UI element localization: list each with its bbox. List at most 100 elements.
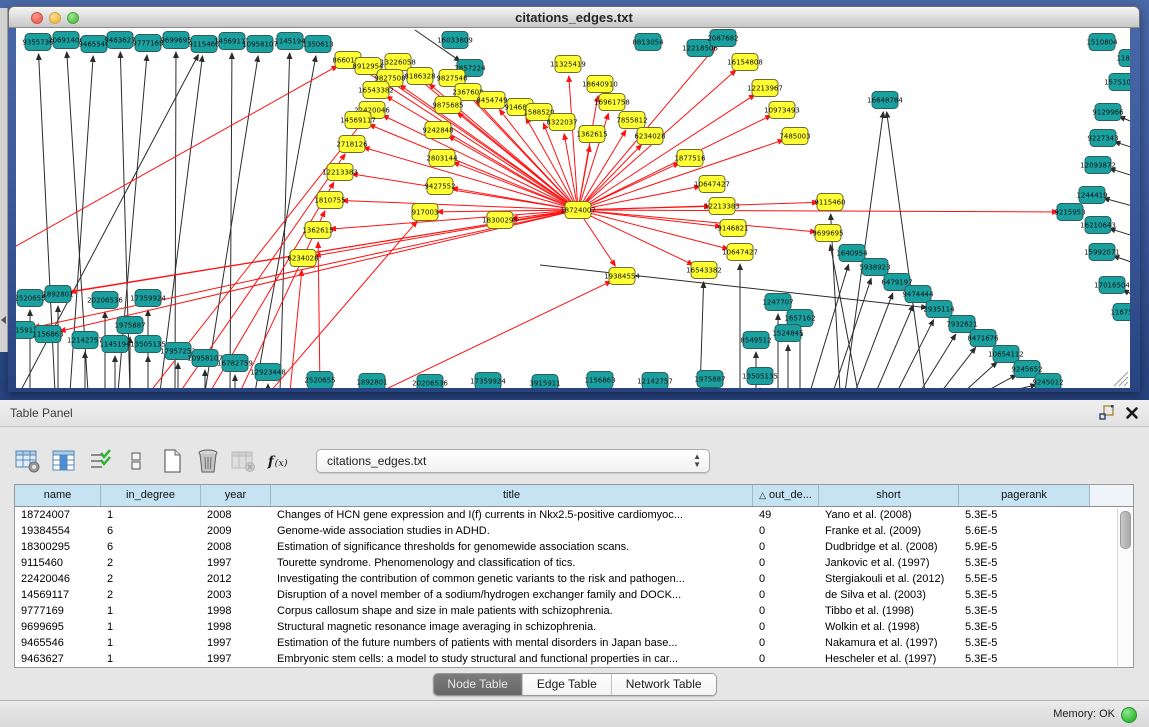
table-row[interactable]: 1830029562008Estimation of significance …	[15, 539, 1117, 555]
citation-edge[interactable]	[578, 210, 693, 265]
graph-node[interactable]: 1877516	[674, 150, 706, 167]
graph-node[interactable]: 15751074	[1104, 74, 1130, 91]
cell-pagerank[interactable]: 5.3E-5	[959, 603, 1090, 619]
citation-edge[interactable]	[887, 112, 925, 388]
table-settings-button[interactable]	[14, 448, 41, 474]
graph-node[interactable]: 9427552	[424, 178, 455, 195]
cell-title[interactable]: Estimation of the future numbers of pati…	[271, 635, 753, 651]
graph-node[interactable]: 15992071	[1084, 244, 1120, 261]
cell-pagerank[interactable]: 5.3E-5	[959, 587, 1090, 603]
graph-node[interactable]: 12213967	[747, 80, 783, 97]
cell-title[interactable]: Estimation of significance thresholds fo…	[271, 539, 753, 555]
cell-pagerank[interactable]: 5.3E-5	[959, 555, 1090, 571]
graph-node[interactable]: 12093872	[1080, 157, 1116, 174]
cell-out_de[interactable]: 0	[753, 587, 819, 603]
graph-node[interactable]: 1510804	[1086, 34, 1118, 51]
graph-node[interactable]: 1247707	[762, 294, 793, 311]
graph-node[interactable]: 8454749	[476, 92, 507, 109]
graph-node[interactable]: 7485003	[779, 128, 810, 145]
scrollbar-thumb[interactable]	[1120, 511, 1131, 549]
graph-node[interactable]: 9474444	[902, 286, 934, 303]
table-row[interactable]: 1938455462009Genome-wide association stu…	[15, 523, 1117, 539]
graph-node[interactable]: 1362615	[576, 126, 607, 143]
citation-edge[interactable]	[1109, 169, 1130, 178]
cell-pagerank[interactable]: 5.9E-5	[959, 539, 1090, 555]
citation-edge[interactable]	[1104, 198, 1130, 208]
graph-node[interactable]: 8186328	[404, 68, 435, 85]
cell-year[interactable]: 1997	[201, 555, 271, 571]
graph-node[interactable]: 9242848	[422, 122, 453, 139]
cell-in_degree[interactable]: 1	[101, 651, 201, 667]
graph-node[interactable]: 1186409	[1116, 50, 1130, 67]
cell-short[interactable]: Dudbridge et al. (2008)	[819, 539, 959, 555]
graph-node[interactable]: 16154808	[727, 54, 763, 71]
citation-edge[interactable]	[578, 210, 1058, 212]
cell-in_degree[interactable]: 6	[101, 523, 201, 539]
cell-in_degree[interactable]: 2	[101, 587, 201, 603]
cell-out_de[interactable]: 0	[753, 571, 819, 587]
citation-edge[interactable]	[985, 375, 1016, 388]
cell-title[interactable]: Corpus callosum shape and size in male p…	[271, 603, 753, 619]
table-row[interactable]: 911546021997Tourette syndrome. Phenomeno…	[15, 555, 1117, 571]
graph-node[interactable]: 8322037	[546, 114, 577, 131]
graph-node[interactable]: 8813054	[632, 34, 664, 51]
graph-node[interactable]: 9463627	[104, 32, 135, 49]
citation-edge[interactable]	[941, 347, 976, 388]
control-panel-splitter[interactable]	[0, 8, 8, 352]
cell-in_degree[interactable]: 1	[101, 635, 201, 651]
citation-edge[interactable]	[290, 270, 302, 388]
function-builder-button[interactable]: f (x)	[266, 448, 293, 474]
graph-node[interactable]: 10973493	[764, 102, 800, 119]
cell-out_de[interactable]: 0	[753, 603, 819, 619]
graph-node[interactable]: 2520655	[304, 372, 335, 389]
graph-node[interactable]: 16210643	[1080, 217, 1116, 234]
graph-node[interactable]: 1156863	[584, 372, 615, 389]
graph-node[interactable]: 11325419	[550, 56, 586, 73]
graph-node[interactable]: 2803144	[426, 150, 458, 167]
network-view-canvas[interactable]: 1872400793557352069140694655469463627977…	[16, 28, 1130, 388]
table-header-row[interactable]: namein_degreeyeartitle△out_de...shortpag…	[15, 485, 1133, 507]
column-header-in_degree[interactable]: in_degree	[101, 485, 201, 506]
cell-out_de[interactable]: 0	[753, 539, 819, 555]
graph-node[interactable]: 12923448	[250, 364, 286, 381]
cell-in_degree[interactable]: 1	[101, 619, 201, 635]
citation-edge[interactable]	[160, 56, 202, 388]
cell-out_de[interactable]: 0	[753, 523, 819, 539]
cell-name[interactable]: 9115460	[15, 555, 101, 571]
cell-short[interactable]: de Silva et al. (2003)	[819, 587, 959, 603]
graph-node[interactable]: 9777169	[132, 35, 163, 52]
vertical-scrollbar[interactable]	[1117, 508, 1132, 666]
graph-node[interactable]: 13505135	[742, 368, 778, 385]
citation-edge[interactable]	[175, 52, 176, 388]
cell-short[interactable]: Jankovic et al. (1997)	[819, 555, 959, 571]
column-header-name[interactable]: name	[15, 485, 101, 506]
graph-node[interactable]: 12213383	[322, 164, 358, 181]
cell-name[interactable]: 9465546	[15, 635, 101, 651]
graph-node[interactable]: 1892801	[42, 286, 73, 303]
cell-pagerank[interactable]: 5.3E-5	[959, 507, 1090, 523]
citation-edge[interactable]	[578, 163, 679, 210]
citation-edge[interactable]	[315, 210, 578, 256]
table-selector-dropdown[interactable]: citations_edges.txt ▲▼	[316, 449, 710, 473]
cell-short[interactable]: Stergiakouli et al. (2012)	[819, 571, 959, 587]
citation-edge[interactable]	[369, 125, 578, 210]
column-header-out_de[interactable]: △out_de...	[753, 485, 819, 506]
splitter-collapse-icon[interactable]	[1, 316, 6, 324]
cell-short[interactable]: Hescheler et al. (1997)	[819, 651, 959, 667]
cell-name[interactable]: 14569117	[15, 587, 101, 603]
tab-node-table[interactable]: Node Table	[433, 674, 523, 695]
cell-name[interactable]: 18724007	[15, 507, 101, 523]
graph-node[interactable]: 2935114	[923, 301, 955, 318]
cell-year[interactable]: 2009	[201, 523, 271, 539]
graph-node[interactable]: 9129966	[1092, 104, 1124, 121]
graph-node[interactable]: 6234028	[287, 250, 318, 267]
memory-ok-indicator[interactable]	[1121, 707, 1137, 723]
graph-node[interactable]: 1975887	[694, 371, 725, 388]
graph-node[interactable]: 18640910	[582, 76, 618, 93]
graph-node[interactable]: 16782759	[217, 355, 253, 372]
show-columns-button[interactable]	[50, 448, 77, 474]
graph-node[interactable]: 17016504	[1094, 277, 1130, 294]
graph-node[interactable]: 9245012	[1032, 374, 1063, 389]
row-height-button[interactable]	[122, 448, 149, 474]
cell-name[interactable]: 9699695	[15, 619, 101, 635]
